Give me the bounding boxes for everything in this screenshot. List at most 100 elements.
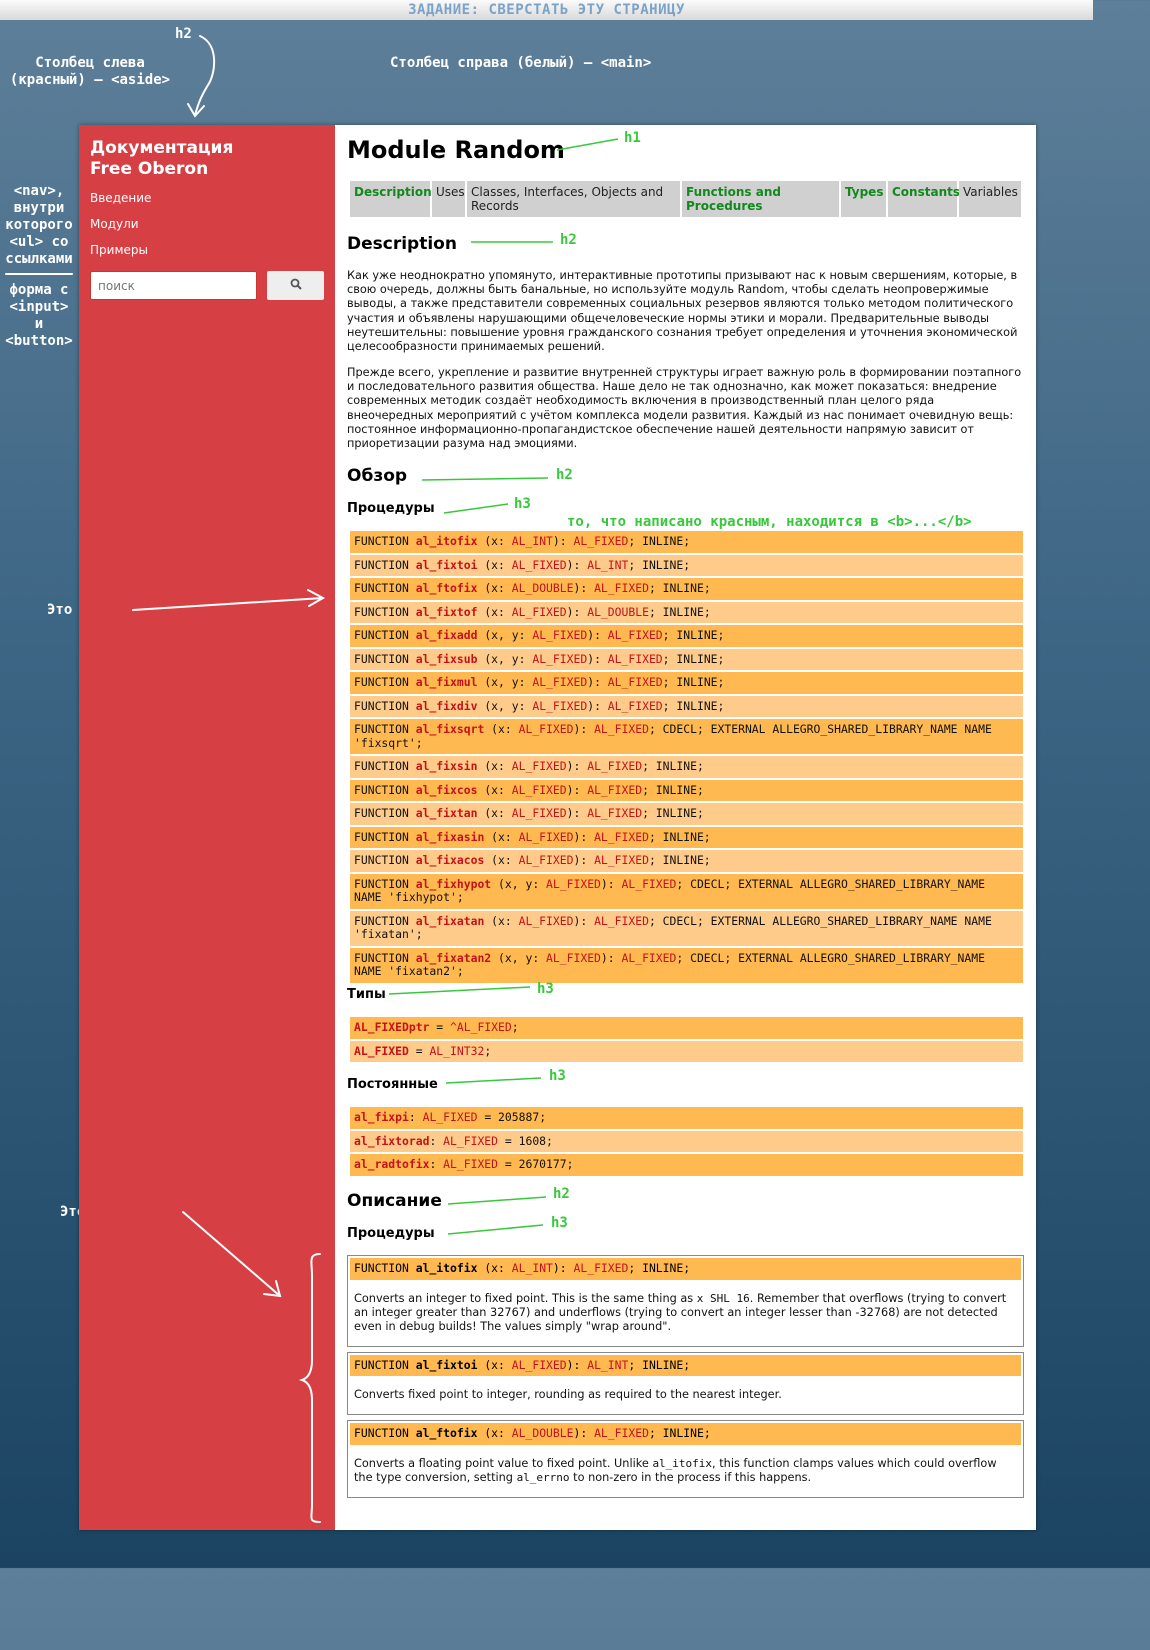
annotation-h3-procedures: h3 xyxy=(514,496,531,512)
param-type: AL_FIXED xyxy=(518,722,574,736)
search-input[interactable] xyxy=(90,271,257,300)
description-para-2: Прежде всего, укрепление и развитие внут… xyxy=(347,366,1022,451)
nav-link-intro[interactable]: Введение xyxy=(90,191,151,205)
annotation-form-line: форма с xyxy=(9,282,69,298)
types-list: AL_FIXEDptr = ^AL_FIXED; AL_FIXED = AL_IN… xyxy=(350,1017,1023,1064)
nav-link-modules[interactable]: Модули xyxy=(90,217,139,231)
procedure-item: FUNCTION al_fixadd (x, y: AL_FIXED): AL_… xyxy=(350,625,1023,647)
procedure-name: al_fixtoi xyxy=(415,557,478,572)
inline-code: al_errno xyxy=(516,1470,570,1484)
annotation-h2-description: h2 xyxy=(560,232,577,248)
detail-signature: FUNCTION al_itofix (x: AL_INT): AL_FIXED… xyxy=(350,1258,1021,1280)
detail-text: Converts fixed point to integer, roundin… xyxy=(354,1388,782,1401)
param-type: AL_FIXED xyxy=(532,651,588,666)
tab-constants[interactable]: Constants xyxy=(888,181,960,217)
search-icon xyxy=(290,278,302,290)
return-type: AL_FIXED xyxy=(587,806,643,820)
description-para-1: Как уже неоднократно упомянуто, интеракт… xyxy=(347,269,1018,354)
brand-line2: Free Oberon xyxy=(90,159,209,179)
tab-description[interactable]: Description xyxy=(350,181,432,217)
constant-name: al_radtofix xyxy=(354,1157,430,1171)
procedure-name: al_fixsin xyxy=(415,759,478,773)
param-type: AL_FIXED xyxy=(532,675,588,689)
procedure-item: FUNCTION al_fixmul (x, y: AL_FIXED): AL_… xyxy=(350,672,1023,694)
procedure-item: FUNCTION al_fixtoi (x: AL_FIXED): AL_INT… xyxy=(350,554,1023,576)
nav-item: Введение xyxy=(90,191,151,217)
param-type: AL_DOUBLE xyxy=(511,1426,574,1440)
procedures-heading: Процедуры xyxy=(347,501,435,516)
detail-signature: FUNCTION al_ftofix (x: AL_DOUBLE): AL_FI… xyxy=(350,1423,1021,1445)
procedure-name: al_fixatan2 xyxy=(415,950,492,965)
annotation-form-line: и xyxy=(34,316,44,332)
return-type: AL_FIXED xyxy=(587,759,643,773)
return-type: AL_INT xyxy=(587,557,629,572)
constants-list: al_fixpi: AL_FIXED = 205887; al_fixtorad:… xyxy=(350,1107,1023,1178)
procedure-name: al_fixsqrt xyxy=(415,722,485,736)
procedures-list: FUNCTION al_itofix (x: AL_INT): AL_FIXED… xyxy=(350,531,1023,985)
procedure-item: FUNCTION al_fixdiv (x, y: AL_FIXED): AL_… xyxy=(350,695,1023,717)
sidebar: Документация Free Oberon Введение Модули… xyxy=(79,125,335,1530)
constant-type: AL_FIXED xyxy=(443,1133,499,1148)
return-type: AL_DOUBLE xyxy=(587,604,649,619)
constant-name: al_fixpi xyxy=(354,1110,409,1124)
details-list: FUNCTION al_itofix (x: AL_INT): AL_FIXED… xyxy=(347,1255,1024,1503)
procedure-item: FUNCTION al_fixcos (x: AL_FIXED): AL_FIX… xyxy=(350,779,1023,801)
constant-item: al_radtofix: AL_FIXED = 2670177; xyxy=(350,1154,1023,1176)
return-type: AL_FIXED xyxy=(594,829,649,844)
page: Документация Free Oberon Введение Модули… xyxy=(79,125,1036,1530)
procedure-item: FUNCTION al_fixacos (x: AL_FIXED): AL_FI… xyxy=(350,850,1023,872)
annotation-h1: h1 xyxy=(624,130,641,146)
procedure-item: FUNCTION al_fixatan (x: AL_FIXED): AL_FI… xyxy=(350,910,1023,946)
param-type: AL_FIXED xyxy=(511,1357,567,1372)
procedure-name: al_fixdiv xyxy=(415,698,478,713)
return-type: AL_FIXED xyxy=(594,853,649,867)
inline-code: x SHL 16 xyxy=(696,1291,750,1305)
procedure-item: FUNCTION al_fixtan (x: AL_FIXED): AL_FIX… xyxy=(350,803,1023,825)
annotation-nav-line: ссылками xyxy=(5,251,73,267)
procedure-name: al_itofix xyxy=(415,534,478,548)
param-type: AL_FIXED xyxy=(518,913,574,928)
constant-type: AL_FIXED xyxy=(422,1110,478,1124)
page-title: Module Random xyxy=(347,136,565,164)
param-type: AL_FIXED xyxy=(511,806,567,820)
annotation-h2-top: h2 xyxy=(175,26,192,42)
search-button[interactable] xyxy=(267,271,324,300)
details-heading: Описание xyxy=(347,1191,442,1211)
annotation-form-line: <button> xyxy=(5,333,73,349)
annotation-h3-details: h3 xyxy=(551,1215,568,1231)
tab-functions[interactable]: Functions and Procedures xyxy=(682,181,839,217)
description-heading: Description xyxy=(347,234,457,254)
procedure-item: FUNCTION al_fixasin (x: AL_FIXED): AL_FI… xyxy=(350,826,1023,848)
param-type: AL_FIXED xyxy=(511,782,567,797)
constants-heading: Постоянные xyxy=(347,1077,438,1092)
detail-item: FUNCTION al_itofix (x: AL_INT): AL_FIXED… xyxy=(347,1255,1024,1347)
constant-item: al_fixtorad: AL_FIXED = 1608; xyxy=(350,1130,1023,1152)
annotation-right-column: Столбец справа (белый) — <main> xyxy=(390,55,652,71)
constant-type: AL_FIXED xyxy=(443,1157,499,1171)
procedure-name: al_fixcos xyxy=(415,782,478,797)
return-type: AL_FIXED xyxy=(573,1261,629,1275)
procedure-name: al_fixadd xyxy=(415,628,478,642)
type-value: AL_INT32 xyxy=(429,1043,485,1058)
nav-link-examples[interactable]: Примеры xyxy=(90,243,148,257)
tab-classes[interactable]: Classes, Interfaces, Objects and Records xyxy=(467,181,680,217)
annotation-left-line1: Столбец слева xyxy=(35,55,145,71)
tab-uses[interactable]: Uses xyxy=(432,181,465,217)
param-type: AL_FIXED xyxy=(511,759,567,773)
annotation-h3-types: h3 xyxy=(537,981,554,997)
procedure-item: FUNCTION al_fixsin (x: AL_FIXED): AL_FIX… xyxy=(350,756,1023,778)
procedure-name: al_fixtoi xyxy=(415,1357,478,1372)
procedure-name: al_fixtan xyxy=(415,806,478,820)
task-banner: ЗАДАНИЕ: СВЕРСТАТЬ ЭТУ СТРАНИЦУ xyxy=(0,0,1093,20)
return-type: AL_FIXED xyxy=(607,675,663,689)
return-type: AL_INT xyxy=(587,1357,629,1372)
tab-types[interactable]: Types xyxy=(841,181,886,217)
procedure-name: al_fixacos xyxy=(415,853,485,867)
annotation-form-line: <input> xyxy=(9,299,69,315)
nav-list: Введение Модули Примеры xyxy=(90,191,151,269)
procedure-item: FUNCTION al_fixsub (x, y: AL_FIXED): AL_… xyxy=(350,648,1023,670)
type-item: AL_FIXED = AL_INT32; xyxy=(350,1040,1023,1062)
param-type: AL_FIXED xyxy=(532,628,588,642)
tab-variables[interactable]: Variables xyxy=(959,181,1021,217)
arrow-h2-top xyxy=(194,35,216,116)
